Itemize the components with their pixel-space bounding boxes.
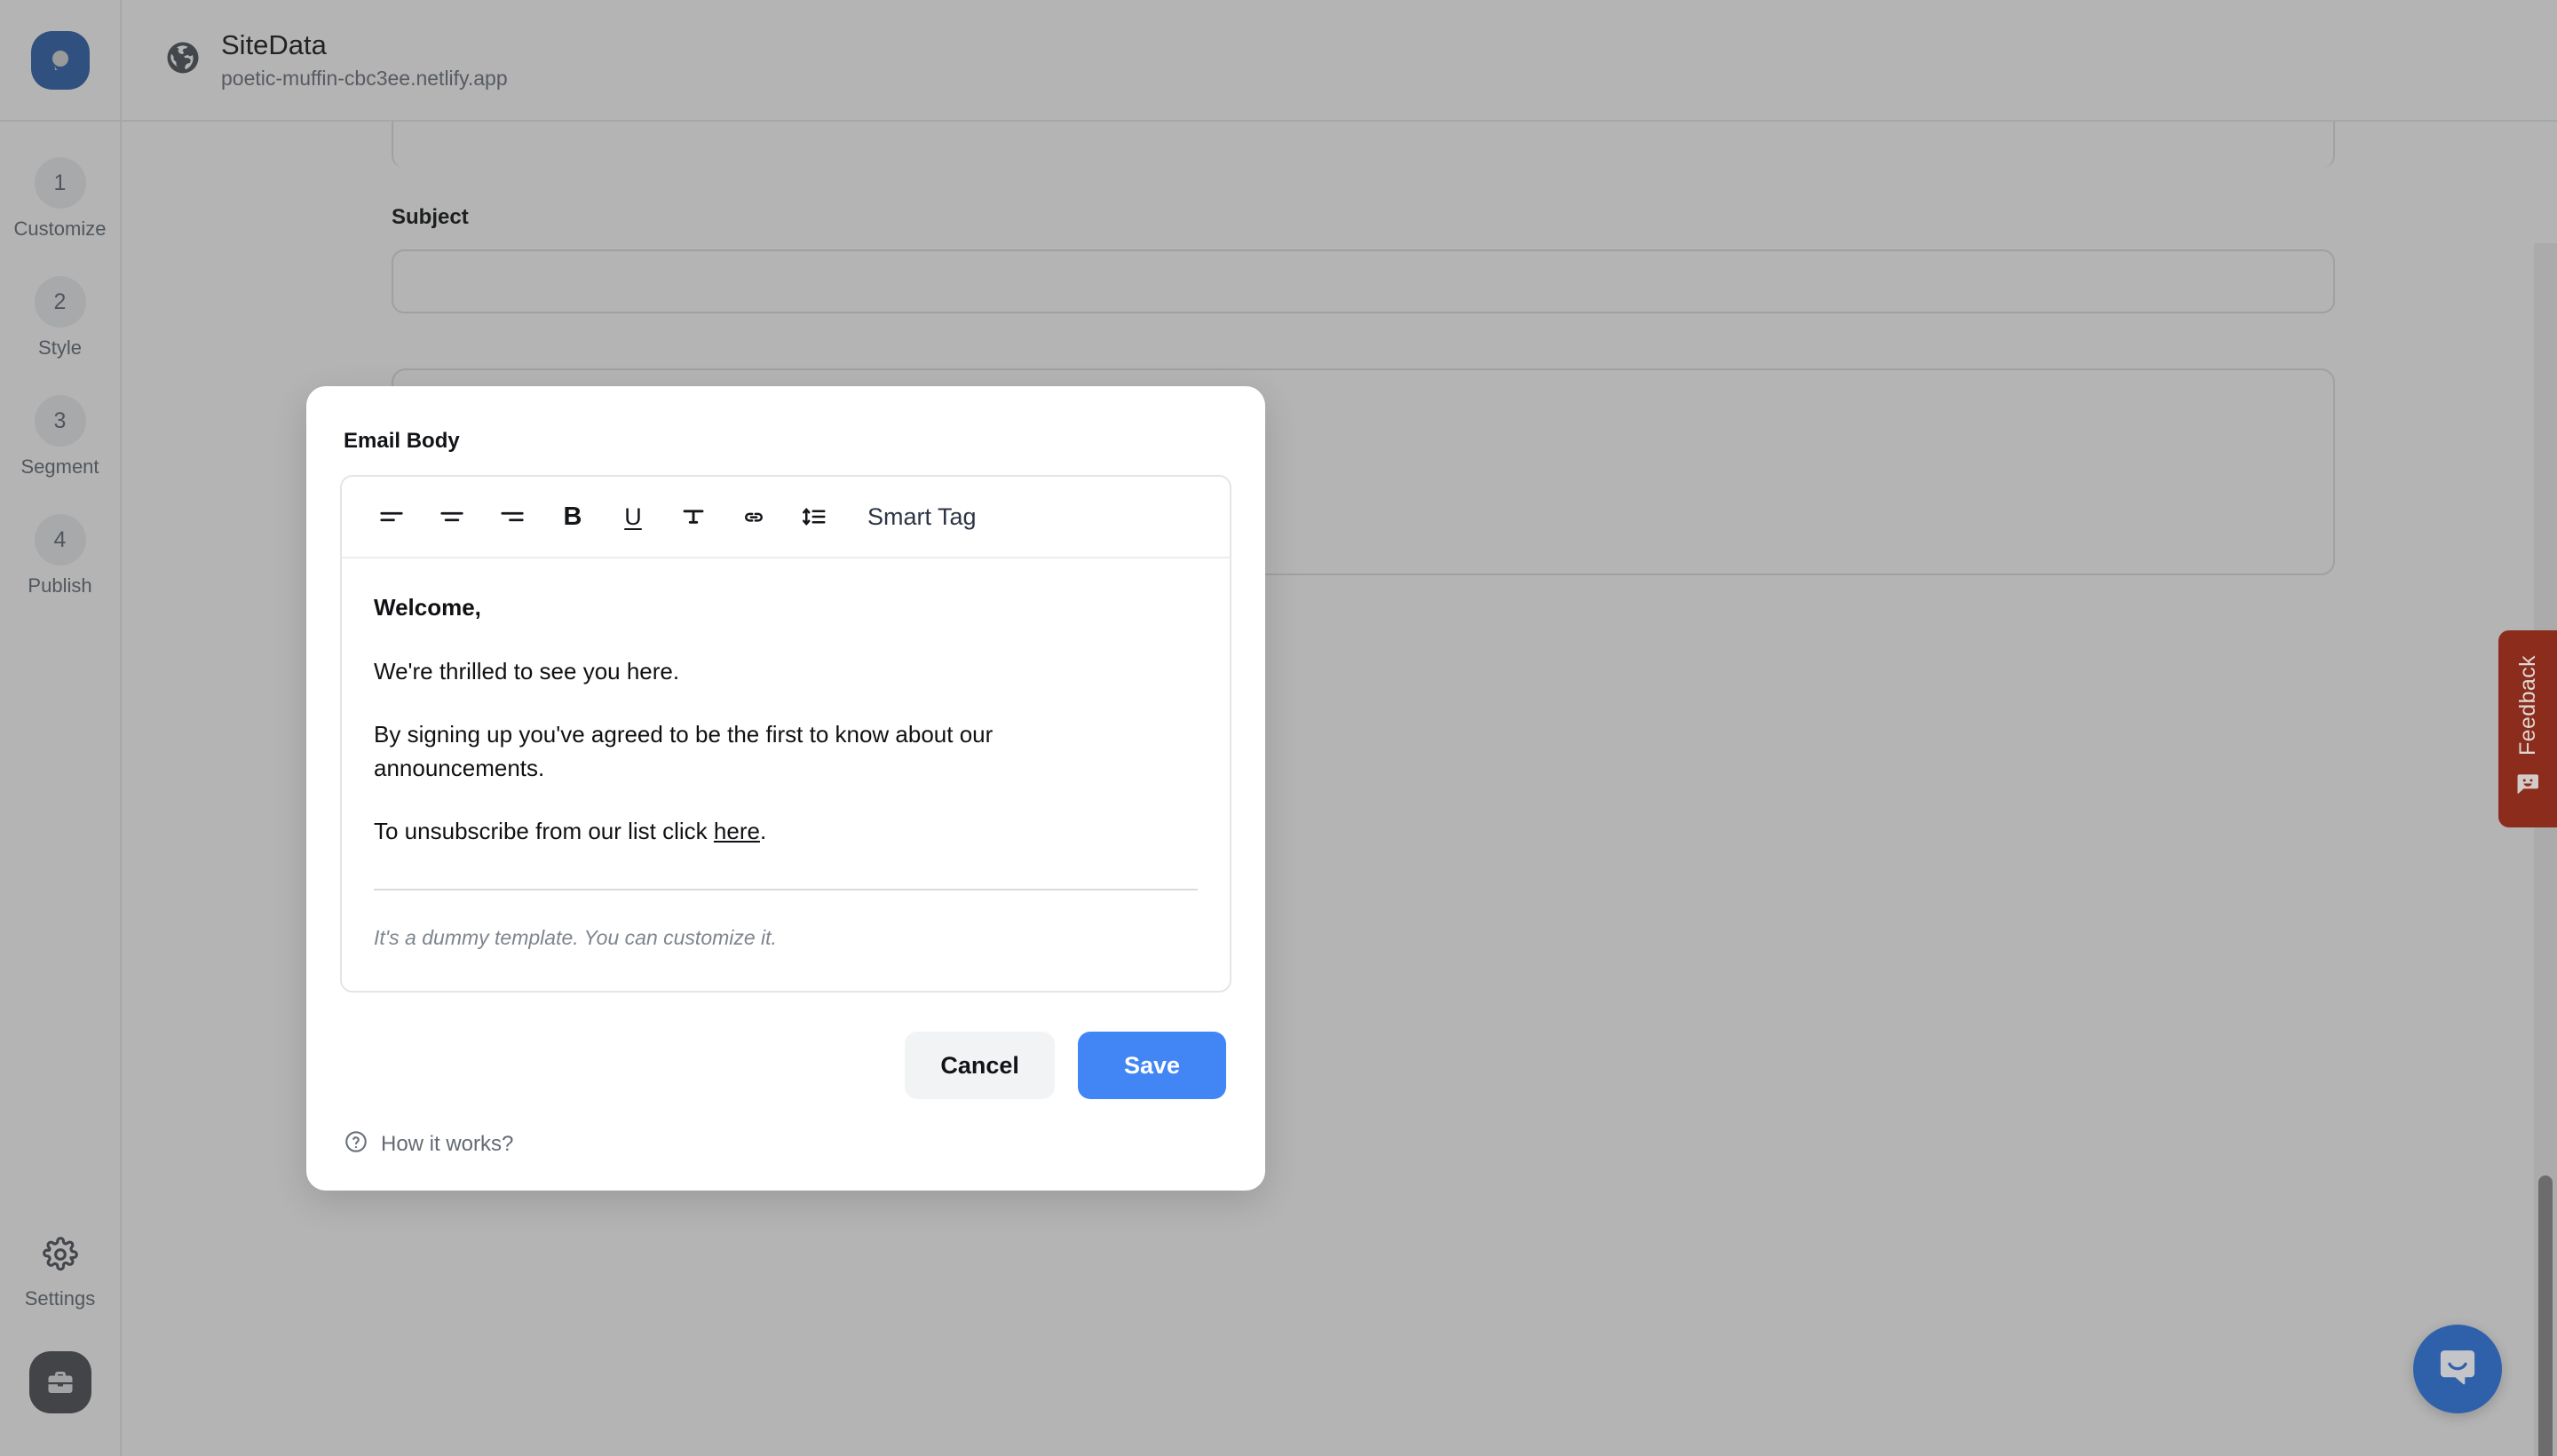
- smart-tag-button[interactable]: Smart Tag: [867, 503, 977, 531]
- underline-icon[interactable]: U: [603, 490, 663, 543]
- unsubscribe-suffix: .: [759, 817, 767, 844]
- feedback-label: Feedback: [2514, 655, 2540, 756]
- feedback-tab[interactable]: Feedback: [2498, 630, 2557, 827]
- modal-actions: Cancel Save: [340, 993, 1231, 1100]
- divider: [374, 889, 1198, 891]
- question-circle-icon: [344, 1129, 368, 1159]
- chat-bubble-icon: [2434, 1343, 2482, 1396]
- strikethrough-icon[interactable]: [663, 490, 724, 543]
- email-body-modal: Email Body B U Smart Tag Welcome, We're …: [306, 386, 1265, 1191]
- align-right-icon[interactable]: [482, 490, 542, 543]
- email-body-label: Email Body: [344, 429, 460, 453]
- align-center-icon[interactable]: [422, 490, 482, 543]
- bold-icon[interactable]: B: [542, 490, 603, 543]
- email-paragraph-1: We're thrilled to see you here.: [374, 658, 680, 685]
- how-it-works-link[interactable]: How it works?: [340, 1099, 1231, 1191]
- email-paragraph-2: By signing up you've agreed to be the fi…: [374, 720, 994, 782]
- email-footer-note: It's a dummy template. You can customize…: [374, 926, 777, 950]
- line-height-icon[interactable]: [784, 490, 844, 543]
- save-button[interactable]: Save: [1077, 1032, 1226, 1100]
- email-unsubscribe-line: To unsubscribe from our list click here.: [374, 814, 1084, 848]
- how-it-works-label: How it works?: [381, 1131, 514, 1156]
- align-left-icon[interactable]: [361, 490, 422, 543]
- editor-content[interactable]: Welcome, We're thrilled to see you here.…: [342, 558, 1230, 991]
- unsubscribe-prefix: To unsubscribe from our list click: [374, 817, 714, 844]
- rich-text-editor: B U Smart Tag Welcome, We're thrilled to…: [340, 475, 1231, 993]
- unsubscribe-link[interactable]: here: [714, 818, 760, 844]
- editor-toolbar: B U Smart Tag: [342, 477, 1230, 558]
- cancel-button[interactable]: Cancel: [905, 1032, 1055, 1100]
- intercom-launcher[interactable]: [2413, 1325, 2502, 1413]
- smiley-chat-icon: [2513, 770, 2542, 803]
- email-greeting: Welcome,: [374, 594, 481, 621]
- link-icon[interactable]: [724, 490, 784, 543]
